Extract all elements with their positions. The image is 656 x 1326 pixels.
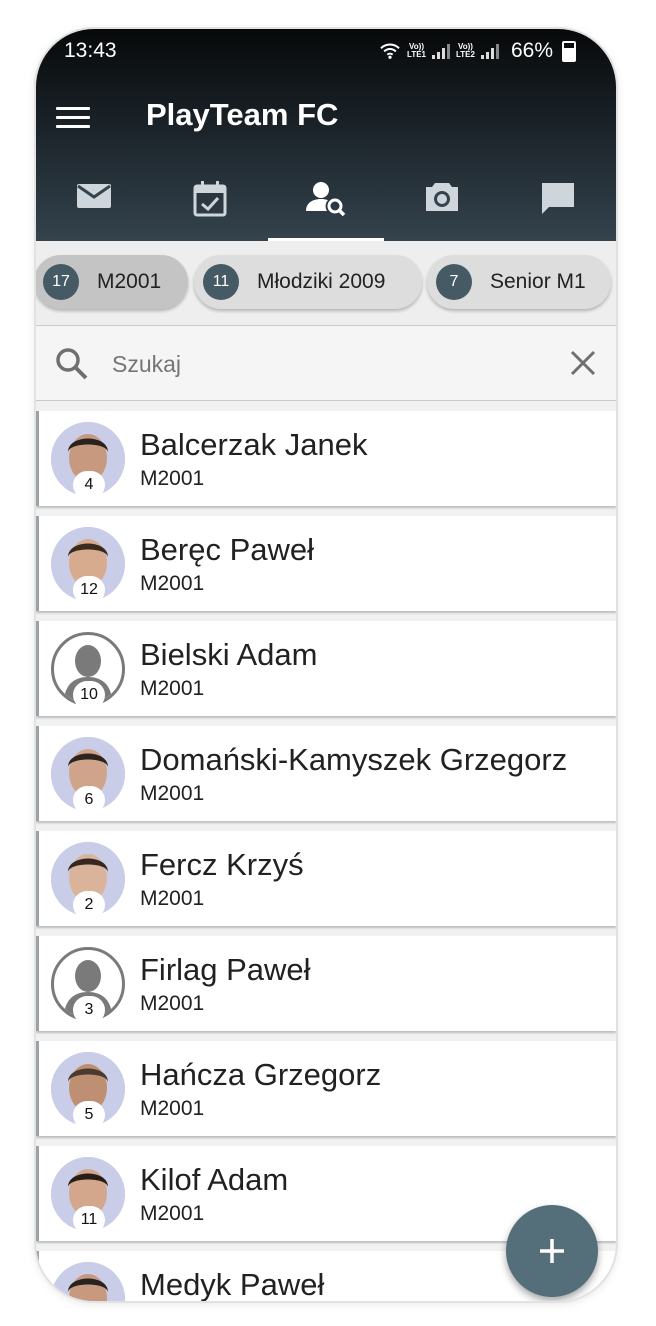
player-name: Medyk Paweł — [140, 1267, 325, 1301]
calendar-check-icon — [193, 181, 227, 217]
team-chip-mlodziki-2009[interactable]: 11 Młodziki 2009 — [194, 255, 422, 309]
player-name: Balcerzak Janek — [140, 427, 368, 462]
sim2-label: Vo)) LTE2 — [456, 43, 475, 59]
player-row[interactable]: 3 Firlag Paweł M2001 — [36, 936, 616, 1031]
app-title: PlayTeam FC — [146, 97, 339, 132]
tab-messages[interactable] — [36, 169, 152, 241]
jersey-number-badge: 5 — [73, 1101, 105, 1129]
player-row[interactable]: 12 Beręc Paweł M2001 — [36, 516, 616, 611]
tab-players[interactable] — [268, 169, 384, 241]
status-time: 13:43 — [64, 39, 117, 62]
player-name: Firlag Paweł — [140, 952, 311, 987]
player-name: Hańcza Grzegorz — [140, 1057, 382, 1092]
app-bar: PlayTeam FC — [36, 93, 616, 149]
player-row[interactable]: 4 Balcerzak Janek M2001 — [36, 411, 616, 506]
player-name: Bielski Adam — [140, 637, 318, 672]
player-list: 4 Balcerzak Janek M2001 12 Beręc Paweł M2001 1… — [36, 411, 616, 1301]
team-count-badge: 11 — [203, 264, 239, 300]
jersey-number-badge: 4 — [73, 471, 105, 499]
jersey-number-badge: 3 — [73, 996, 105, 1024]
team-filter-bar: 17 M2001 11 Młodziki 2009 7 Senior M1 — [36, 241, 616, 325]
sim1-label: Vo)) LTE1 — [407, 43, 426, 59]
close-icon[interactable] — [568, 348, 598, 378]
search-icon — [56, 348, 88, 380]
player-avatar: 2 — [51, 842, 127, 919]
hamburger-menu-icon[interactable] — [56, 101, 90, 135]
team-chip-label: Senior M1 — [490, 270, 586, 293]
tab-calendar[interactable] — [152, 169, 268, 241]
signal-1-icon — [432, 43, 450, 59]
plus-icon — [540, 1239, 564, 1263]
signal-2-icon — [480, 43, 499, 59]
player-name: Fercz Krzyś — [140, 847, 304, 882]
camera-icon — [426, 183, 458, 211]
player-team: M2001 — [140, 677, 205, 700]
status-bar: 13:43 Vo)) LTE1 Vo)) LTE2 66% — [64, 37, 576, 67]
player-team: M2001 — [140, 572, 205, 595]
jersey-number-badge: 12 — [73, 576, 105, 604]
player-team: M2001 — [140, 992, 205, 1015]
player-avatar: 6 — [51, 737, 127, 814]
top-app-bar: 13:43 Vo)) LTE1 Vo)) LTE2 66% PlayTeam F… — [36, 29, 616, 241]
sim2-text: LTE2 — [456, 50, 475, 59]
team-chip-label: Młodziki 2009 — [257, 270, 386, 293]
player-row[interactable]: 5 Hańcza Grzegorz M2001 — [36, 1041, 616, 1136]
chat-icon — [542, 183, 574, 214]
jersey-number-badge: 2 — [73, 891, 105, 919]
battery-icon — [562, 40, 576, 62]
tab-photos[interactable] — [384, 169, 500, 241]
search-bar — [36, 325, 616, 401]
add-player-button[interactable] — [506, 1205, 598, 1297]
player-team: M2001 — [140, 467, 205, 490]
player-avatar: 10 — [51, 632, 127, 709]
player-name: Kilof Adam — [140, 1162, 289, 1197]
person-search-icon — [306, 182, 346, 217]
mail-icon — [77, 184, 111, 208]
player-team: M2001 — [140, 1097, 205, 1120]
sim1-text: LTE1 — [407, 50, 426, 59]
jersey-number-badge: 11 — [73, 1206, 105, 1234]
player-name: Domański-Kamyszek Grzegorz — [140, 742, 568, 777]
team-count-badge: 17 — [43, 264, 79, 300]
player-row[interactable]: 10 Bielski Adam M2001 — [36, 621, 616, 716]
phone-screen: 13:43 Vo)) LTE1 Vo)) LTE2 66% PlayTeam F… — [36, 29, 616, 1301]
team-count-badge: 7 — [436, 264, 472, 300]
search-input[interactable] — [110, 344, 534, 384]
status-icons: Vo)) LTE1 Vo)) LTE2 66% — [379, 39, 576, 63]
player-row[interactable]: 6 Domański-Kamyszek Grzegorz M2001 — [36, 726, 616, 821]
tab-bar — [36, 169, 616, 241]
battery-percent: 66% — [510, 39, 553, 62]
jersey-number-badge: 10 — [73, 681, 105, 709]
team-chip-senior-m1[interactable]: 7 Senior M1 — [427, 255, 611, 309]
player-team: M2001 — [140, 1202, 205, 1225]
player-name: Beręc Paweł — [140, 532, 315, 567]
player-avatar: 4 — [51, 422, 127, 499]
team-chip-label: M2001 — [97, 270, 162, 293]
tab-chat[interactable] — [500, 169, 616, 241]
team-chip-m2001[interactable]: 17 M2001 — [36, 255, 188, 309]
player-avatar: 12 — [51, 527, 127, 604]
player-avatar — [51, 1262, 127, 1301]
player-team: M2001 — [140, 782, 205, 805]
player-team: M2001 — [140, 887, 205, 910]
player-avatar: 3 — [51, 947, 127, 1024]
jersey-number-badge: 6 — [73, 786, 105, 814]
player-row[interactable]: 2 Fercz Krzyś M2001 — [36, 831, 616, 926]
player-avatar: 5 — [51, 1052, 127, 1129]
wifi-icon — [380, 43, 400, 59]
player-photo — [51, 1262, 125, 1301]
player-avatar: 11 — [51, 1157, 127, 1234]
